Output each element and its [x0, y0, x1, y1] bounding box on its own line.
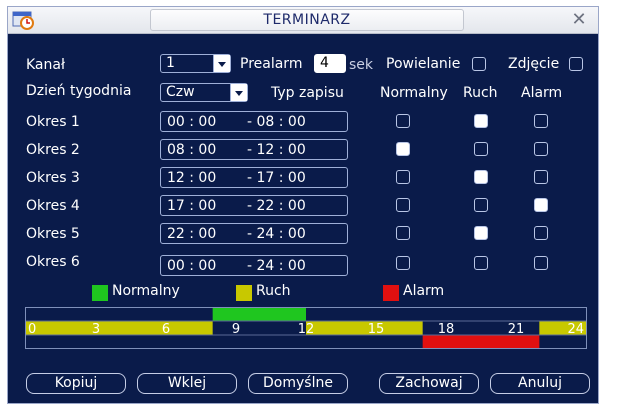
motion-checkbox[interactable]: [474, 114, 488, 128]
timeline-svg: 0 3 6 9 12 15 18 21 24: [26, 308, 586, 348]
column-motion-header: Ruch: [463, 85, 498, 101]
period-end[interactable]: - 08 : 00: [247, 114, 306, 130]
column-alarm-header: Alarm: [521, 85, 563, 101]
period-start[interactable]: 08 : 00: [167, 142, 216, 158]
period-end[interactable]: - 22 : 00: [247, 198, 306, 214]
normal-checkbox[interactable]: [396, 170, 410, 184]
timeline-tick-label: 3: [92, 322, 100, 337]
period-label: Okres 5: [26, 226, 80, 242]
motion-checkbox[interactable]: [474, 256, 488, 270]
chevron-down-icon[interactable]: [213, 55, 230, 72]
motion-checkbox[interactable]: [474, 170, 488, 184]
alarm-checkbox[interactable]: [534, 142, 548, 156]
timeline-band-normalny: [212, 308, 306, 321]
snapshot-label: Zdjęcie: [508, 56, 560, 72]
period-label: Okres 2: [26, 142, 80, 158]
timeline-tick-label: 24: [567, 322, 584, 337]
default-button[interactable]: Domyślne: [248, 373, 348, 394]
normal-checkbox[interactable]: [396, 226, 410, 240]
period-label: Okres 4: [26, 198, 80, 214]
weekday-select[interactable]: Czw: [160, 83, 248, 102]
title-box: TERMINARZ: [150, 9, 464, 31]
period-start[interactable]: 00 : 00: [167, 258, 216, 274]
timeline-band-ruch: [26, 321, 213, 335]
period-time-range[interactable]: 08 : 00 - 12 : 00: [160, 139, 348, 160]
prealarm-unit: sek: [349, 57, 374, 73]
period-label: Okres 3: [26, 170, 80, 186]
alarm-checkbox[interactable]: [534, 170, 548, 184]
timeline-tick-label: 0: [28, 322, 36, 337]
weekday-label: Dzień tygodnia: [26, 83, 132, 99]
close-icon[interactable]: ✕: [568, 10, 590, 30]
period-start[interactable]: 12 : 00: [167, 170, 216, 186]
period-start[interactable]: 22 : 00: [167, 226, 216, 242]
period-end[interactable]: - 24 : 00: [247, 258, 306, 274]
duplicate-label: Powielanie: [386, 56, 461, 72]
legend-motion-label: Ruch: [256, 283, 291, 299]
normal-checkbox[interactable]: [396, 114, 410, 128]
normal-checkbox[interactable]: [396, 198, 410, 212]
channel-label: Kanał: [26, 57, 65, 73]
motion-checkbox[interactable]: [474, 226, 488, 240]
legend-normal-label: Normalny: [112, 283, 180, 299]
snapshot-checkbox[interactable]: [569, 57, 583, 71]
timeline-tick-label: 18: [438, 322, 455, 337]
cancel-button[interactable]: Anuluj: [490, 373, 590, 394]
calendar-clock-icon: [12, 11, 34, 30]
save-button[interactable]: Zachowaj: [379, 373, 479, 394]
period-time-range[interactable]: 22 : 00 - 24 : 00: [160, 223, 348, 244]
timeline-tick-label: 9: [232, 322, 240, 337]
period-time-range[interactable]: 00 : 00 - 08 : 00: [160, 111, 348, 132]
legend-motion-swatch: [236, 285, 252, 301]
schedule-dialog: TERMINARZ ✕ Kanał 1 Prealarm 4 sek Powie…: [7, 6, 599, 404]
window-title: TERMINARZ: [263, 12, 351, 28]
period-label: Okres 6: [26, 254, 80, 270]
timeline-tick-label: 15: [368, 322, 385, 337]
column-normal-header: Normalny: [380, 85, 448, 101]
legend-alarm-swatch: [383, 285, 399, 301]
alarm-checkbox[interactable]: [534, 114, 548, 128]
period-end[interactable]: - 17 : 00: [247, 170, 306, 186]
chevron-down-icon[interactable]: [230, 84, 247, 101]
period-label: Okres 1: [26, 114, 80, 130]
timeline-tick-label: 6: [162, 322, 170, 337]
legend-alarm-label: Alarm: [403, 283, 445, 299]
alarm-checkbox[interactable]: [534, 198, 548, 212]
period-time-range[interactable]: 00 : 00 - 24 : 00: [160, 255, 348, 276]
period-time-range[interactable]: 12 : 00 - 17 : 00: [160, 167, 348, 188]
channel-select[interactable]: 1: [160, 54, 231, 73]
paste-button[interactable]: Wklej: [137, 373, 237, 394]
motion-checkbox[interactable]: [474, 198, 488, 212]
record-type-label: Typ zapisu: [271, 85, 344, 101]
prealarm-input[interactable]: 4: [314, 54, 346, 73]
period-start[interactable]: 17 : 00: [167, 198, 216, 214]
motion-checkbox[interactable]: [474, 142, 488, 156]
timeline-tick-label: 21: [508, 322, 525, 337]
period-time-range[interactable]: 17 : 00 - 22 : 00: [160, 195, 348, 216]
prealarm-label: Prealarm: [240, 56, 303, 72]
period-start[interactable]: 00 : 00: [167, 114, 216, 130]
legend-normal-swatch: [92, 285, 108, 301]
title-bar: TERMINARZ ✕: [8, 7, 598, 34]
weekday-value: Czw: [166, 84, 195, 100]
normal-checkbox[interactable]: [396, 256, 410, 270]
timeline-bar: 0 3 6 9 12 15 18 21 24: [25, 307, 587, 349]
normal-checkbox[interactable]: [396, 142, 410, 156]
channel-value: 1: [166, 55, 175, 71]
duplicate-checkbox[interactable]: [472, 57, 486, 71]
timeline-band-ruch: [306, 321, 423, 335]
period-end[interactable]: - 12 : 00: [247, 142, 306, 158]
alarm-checkbox[interactable]: [534, 256, 548, 270]
alarm-checkbox[interactable]: [534, 226, 548, 240]
period-end[interactable]: - 24 : 00: [247, 226, 306, 242]
copy-button[interactable]: Kopiuj: [26, 373, 126, 394]
timeline-tick-label: 12: [298, 322, 315, 337]
